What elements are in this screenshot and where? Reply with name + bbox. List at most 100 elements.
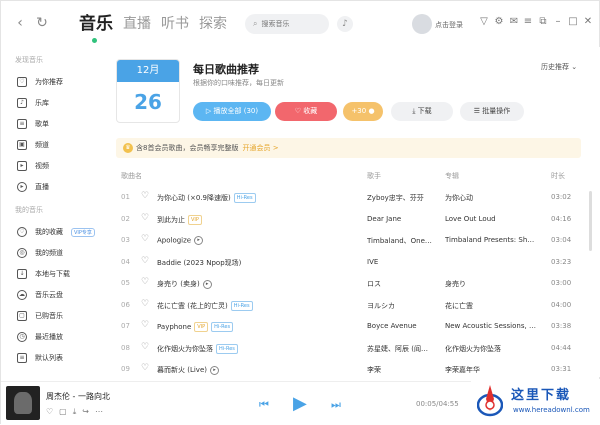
mv-play-icon[interactable]: ▸: [202, 279, 212, 289]
table-row[interactable]: 09 ♡ 暮而新火 (Live) ▸ 李荣 李荣嘉年华 03:31: [105, 358, 600, 377]
song-album[interactable]: 化作烟火为你坠落: [445, 344, 537, 354]
chevron-left-icon[interactable]: ‹: [13, 15, 27, 31]
heart-icon[interactable]: ♡: [141, 299, 149, 309]
song-artist[interactable]: ロス: [367, 279, 435, 289]
song-title[interactable]: Baddie (2023 Npop现场): [157, 258, 241, 268]
heart-icon[interactable]: ♡: [46, 407, 53, 417]
menu-icon[interactable]: ≡: [522, 16, 534, 27]
header-title[interactable]: 歌曲名: [121, 171, 142, 181]
avatar[interactable]: [412, 14, 432, 34]
mail-icon[interactable]: ✉: [508, 16, 520, 27]
song-title[interactable]: 暮而新火 (Live) ▸: [157, 365, 219, 375]
song-title[interactable]: 为你心动 (×0.9降速版) Hi-Res: [157, 193, 256, 203]
microphone-icon[interactable]: ♪: [337, 16, 353, 32]
tab-explore[interactable]: 探索: [199, 13, 227, 35]
sidebar-item-playlists[interactable]: ≡ 歌单: [17, 116, 101, 132]
table-row[interactable]: 03 ♡ Apologize ▸ Timbaland、One… Timbaland Pre…: [105, 229, 600, 251]
heart-icon[interactable]: ♡: [141, 320, 149, 330]
scrollbar[interactable]: [589, 191, 592, 251]
mv-play-icon[interactable]: ▸: [194, 236, 204, 245]
album-cover[interactable]: [6, 386, 40, 420]
minimize-icon[interactable]: –: [552, 16, 564, 27]
song-artist[interactable]: Boyce Avenue: [367, 322, 435, 330]
favorite-button[interactable]: ♡ 收藏: [275, 102, 337, 121]
table-row[interactable]: 08 ♡ 化作烟火为你坠落 Hi-Res 苏星婕、阿辰 (阎… 化作烟火为你坠落 04:44: [105, 337, 600, 359]
sidebar-item-cloud[interactable]: ☁ 音乐云盘: [17, 287, 101, 303]
batch-button[interactable]: ☰ 批量操作: [460, 102, 524, 121]
mv-play-icon[interactable]: ▸: [209, 365, 219, 375]
share-icon[interactable]: ↪: [82, 407, 89, 417]
tab-audiobook[interactable]: 听书: [161, 13, 189, 35]
sidebar-item-favorites[interactable]: ♡ 我的收藏 VIP专享: [17, 224, 101, 240]
next-icon[interactable]: ⏭: [331, 398, 341, 412]
close-icon[interactable]: ✕: [582, 16, 594, 27]
search-box[interactable]: ⌕: [245, 14, 329, 34]
sidebar-item-live[interactable]: ▸ 直播: [17, 179, 101, 195]
table-row[interactable]: 04 ♡ Baddie (2023 Npop现场) IVE 03:23: [105, 251, 600, 273]
song-album[interactable]: New Acoustic Sessions, …: [445, 322, 537, 330]
song-album[interactable]: 为你心动: [445, 193, 537, 203]
tab-live[interactable]: 直播: [123, 13, 151, 35]
mini-mode-icon[interactable]: ⧉: [537, 16, 549, 27]
maximize-icon[interactable]: □: [567, 16, 579, 27]
song-title[interactable]: 化作烟火为你坠落 Hi-Res: [157, 343, 238, 354]
heart-icon[interactable]: ♡: [141, 342, 149, 352]
song-artist[interactable]: IVE: [367, 258, 435, 266]
song-title[interactable]: Apologize ▸: [157, 236, 204, 245]
song-artist[interactable]: Zyboy忠宇、芬芬: [367, 193, 435, 203]
song-artist[interactable]: Timbaland、One…: [367, 236, 435, 246]
song-title[interactable]: 身売り (卖身) ▸: [157, 279, 212, 289]
song-title[interactable]: 到此为止 VIP: [157, 214, 202, 225]
table-row[interactable]: 02 ♡ 到此为止 VIP Dear Jane Love Out Loud 04:16: [105, 208, 600, 230]
song-album[interactable]: Timbaland Presents: Sh…: [445, 236, 537, 244]
table-row[interactable]: 06 ♡ 花に亡霊 (花上的亡灵) Hi-Res ヨルシカ 花に亡霊 04:00: [105, 294, 600, 316]
play-all-button[interactable]: ▷ 播放全部 (30): [193, 102, 271, 121]
refresh-icon[interactable]: ↻: [35, 15, 49, 31]
song-artist[interactable]: Dear Jane: [367, 215, 435, 223]
sidebar-item-recent[interactable]: ◷ 最近播放: [17, 329, 101, 345]
song-artist[interactable]: 苏星婕、阿辰 (阎…: [367, 344, 435, 354]
header-artist[interactable]: 歌手: [367, 171, 381, 181]
heart-icon[interactable]: ♡: [141, 191, 149, 201]
heart-icon[interactable]: ♡: [141, 363, 149, 373]
heart-icon[interactable]: ♡: [141, 213, 149, 223]
table-row[interactable]: 07 ♡ Payphone VIP Hi-Res Boyce Avenue New Acou…: [105, 315, 600, 337]
download-icon[interactable]: ⤓: [73, 407, 77, 417]
heart-icon[interactable]: ♡: [141, 256, 149, 266]
sidebar-item-local[interactable]: ↓ 本地与下载: [17, 266, 101, 282]
song-album[interactable]: Love Out Loud: [445, 215, 537, 223]
sidebar-item-channels[interactable]: ▣ 频道: [17, 137, 101, 153]
history-dropdown[interactable]: 历史推荐 ⌄: [541, 62, 577, 72]
header-duration[interactable]: 时长: [551, 171, 565, 181]
login-link[interactable]: 点击登录: [435, 20, 463, 30]
song-artist[interactable]: 李荣: [367, 365, 435, 375]
song-album[interactable]: 花に亡霊: [445, 301, 537, 311]
sidebar-item-purchased[interactable]: ▢ 已购音乐: [17, 308, 101, 324]
sidebar-item-videos[interactable]: ▸ 视频: [17, 158, 101, 174]
more-icon[interactable]: ⋯: [95, 407, 103, 417]
heart-icon[interactable]: ♡: [141, 234, 149, 244]
gold-bonus-button[interactable]: +30 ●: [343, 102, 383, 121]
tab-music[interactable]: 音乐: [79, 13, 113, 35]
sidebar-item-mychannels[interactable]: ◎ 我的频道: [17, 245, 101, 261]
heart-icon[interactable]: ♡: [141, 277, 149, 287]
open-vip-link[interactable]: 开通会员 >: [242, 144, 278, 152]
sidebar-item-library[interactable]: ♪ 乐库: [17, 95, 101, 111]
song-title[interactable]: Payphone VIP Hi-Res: [157, 322, 234, 332]
table-row[interactable]: 01 ♡ 为你心动 (×0.9降速版) Hi-Res Zyboy忠宇、芬芬 为你心动 03:…: [105, 186, 600, 208]
download-button[interactable]: ⤓ 下载: [391, 102, 453, 121]
sidebar-item-recommend[interactable]: ♡ 为你推荐: [17, 74, 101, 90]
now-playing-title[interactable]: 周杰伦 - 一路向北: [46, 391, 110, 402]
settings-icon[interactable]: ⚙: [493, 16, 505, 27]
play-icon[interactable]: ▶: [293, 393, 307, 414]
table-row[interactable]: 05 ♡ 身売り (卖身) ▸ ロス 身売り 03:00: [105, 272, 600, 294]
search-input[interactable]: [261, 20, 322, 28]
skin-icon[interactable]: ▽: [478, 16, 490, 27]
song-title[interactable]: 花に亡霊 (花上的亡灵) Hi-Res: [157, 300, 253, 311]
song-artist[interactable]: ヨルシカ: [367, 301, 435, 311]
song-album[interactable]: 身売り: [445, 279, 537, 289]
previous-icon[interactable]: ⏮: [259, 398, 269, 412]
header-album[interactable]: 专辑: [445, 171, 459, 181]
comment-icon[interactable]: ▢: [59, 407, 67, 417]
song-album[interactable]: 李荣嘉年华: [445, 365, 537, 375]
